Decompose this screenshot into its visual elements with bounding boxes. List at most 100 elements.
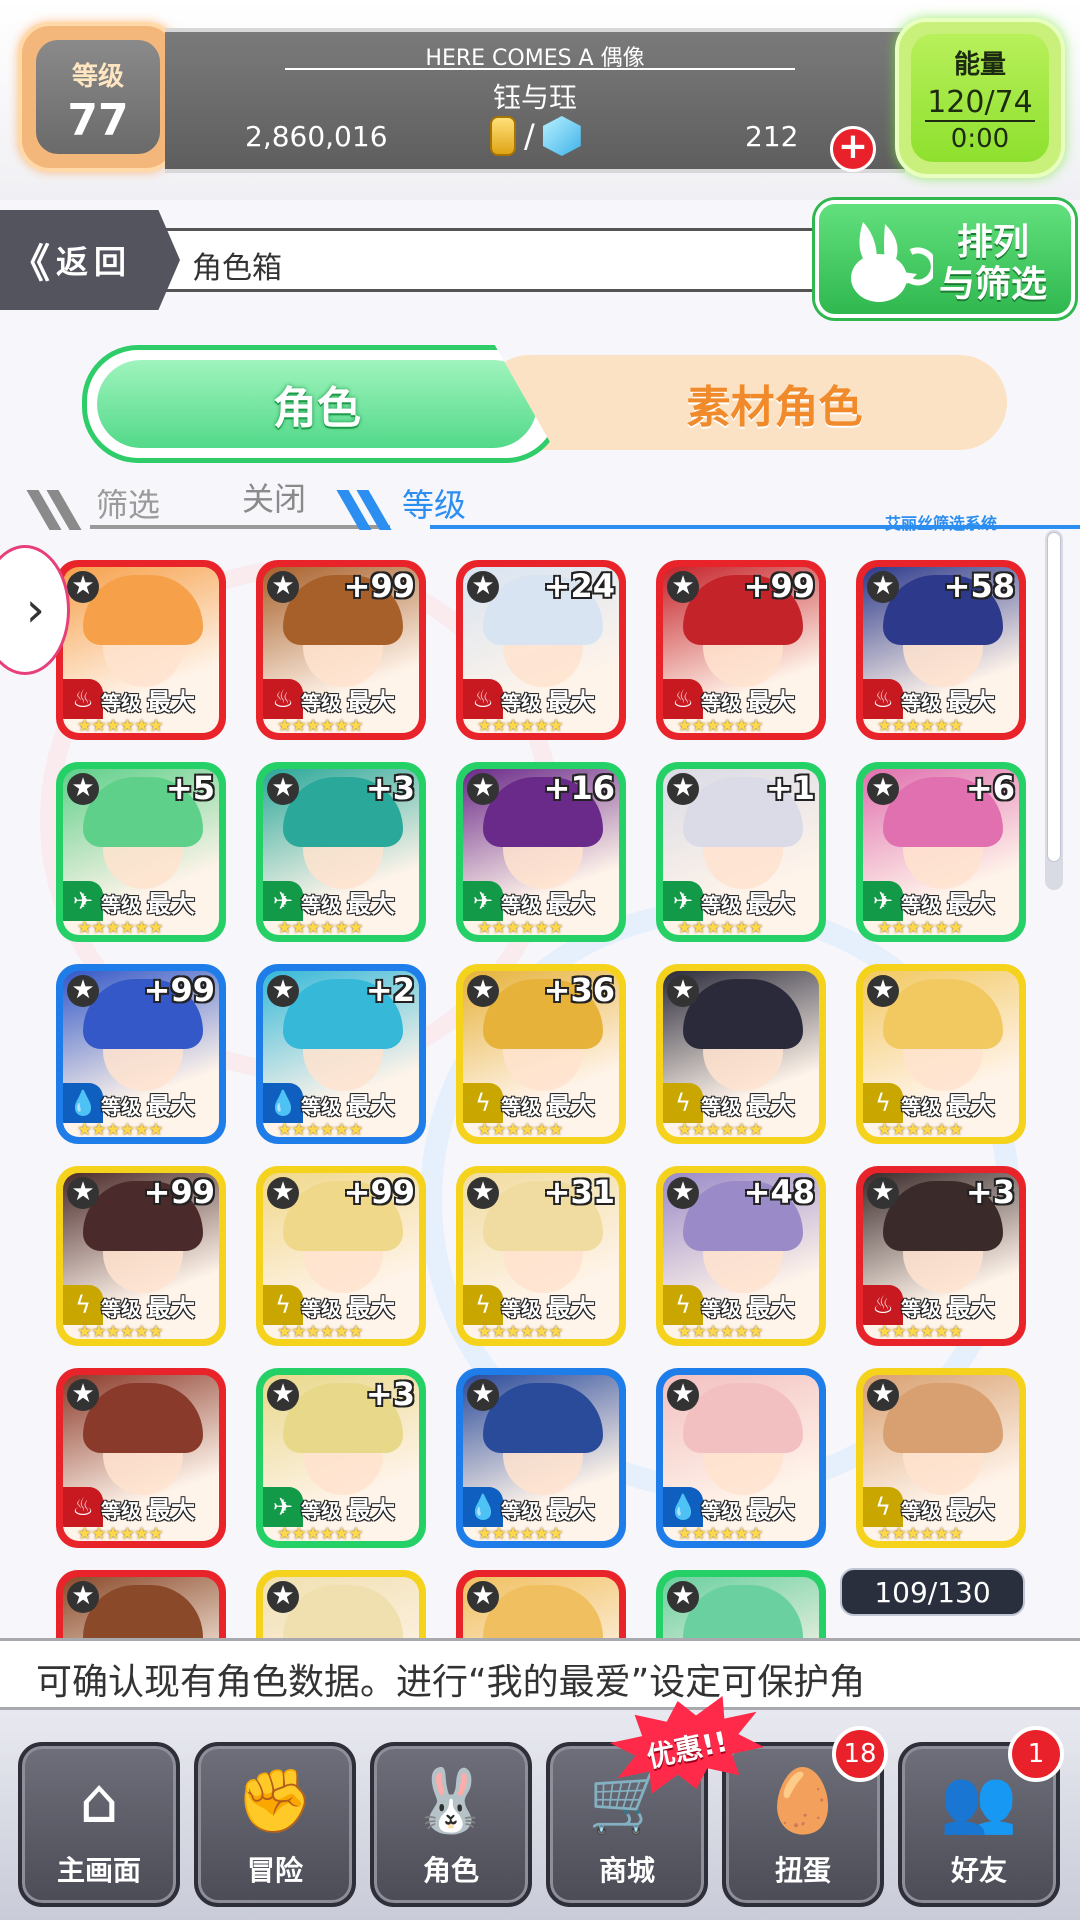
character-card[interactable]: ★ +99 ϟ 等级 最大 ★★★★★★ <box>56 1166 226 1346</box>
level-word: 等级 <box>301 1499 341 1523</box>
character-card[interactable]: ★♨等级最大★★★★★★ <box>56 1570 226 1638</box>
nav-home-button[interactable]: ⌂ 主画面 <box>18 1742 180 1907</box>
character-card[interactable]: ★♨等级最大★★★★★★ <box>456 1570 626 1638</box>
max-word: 最大 <box>747 890 795 918</box>
game-title: HERE COMES A 偶像 <box>425 46 645 71</box>
tab-bar: 素材角色 角色 <box>82 345 1007 463</box>
rarity-stars: ★★★★★★ <box>277 1524 363 1541</box>
favorite-star-icon: ★ <box>267 1379 299 1411</box>
nav-adventure-button[interactable]: ✊ 冒险 <box>194 1742 356 1907</box>
energy-box: 能量 120/74 0:00 <box>895 18 1065 178</box>
rarity-stars: ★★★★★★ <box>677 918 763 935</box>
wind-element-icon: ✈ <box>263 881 303 921</box>
character-card[interactable]: ★ +16 ✈ 等级 最大 ★★★★★★ <box>456 762 626 942</box>
nav-characters-button[interactable]: 🐰 角色 <box>370 1742 532 1907</box>
level-max-tag: 等级 最大 <box>901 1086 995 1121</box>
back-button[interactable]: 《 返回 <box>0 210 180 310</box>
character-card[interactable]: ★ +48 ϟ 等级 最大 ★★★★★★ <box>656 1166 826 1346</box>
fire-element-icon: ♨ <box>663 679 703 719</box>
player-info-panel: HERE COMES A 偶像 钰与珏 2,860,016 / 212 + <box>165 28 905 173</box>
character-card[interactable]: ★ +99 ♨ 等级 最大 ★★★★★★ <box>256 560 426 740</box>
max-word: 最大 <box>347 1496 395 1524</box>
max-word: 最大 <box>147 890 195 918</box>
favorite-star-icon: ★ <box>867 975 899 1007</box>
character-card[interactable]: ★ +99 ♨ 等级 最大 ★★★★★★ <box>656 560 826 740</box>
level-max-tag: 等级 最大 <box>901 682 995 717</box>
character-card[interactable]: ★ +3 ♨ 等级 最大 ★★★★★★ <box>856 1166 1026 1346</box>
max-word: 最大 <box>347 1294 395 1322</box>
level-max-tag: 等级 最大 <box>501 1490 595 1525</box>
level-max-tag: 等级 最大 <box>301 1490 395 1525</box>
thunder-element-icon: ϟ <box>463 1083 503 1123</box>
character-card[interactable]: ★ϟ等级最大★★★★★★ <box>856 964 1026 1144</box>
favorite-star-icon: ★ <box>667 773 699 805</box>
character-card[interactable]: ★ +99 💧 等级 最大 ★★★★★★ <box>56 964 226 1144</box>
max-word: 最大 <box>147 688 195 716</box>
sale-tag: 优惠!! <box>612 1700 762 1790</box>
level-max-tag: 等级 最大 <box>901 1288 995 1323</box>
nav-label: 商城 <box>598 1854 655 1887</box>
plus-value: +99 <box>143 971 215 1009</box>
character-card[interactable]: ★ +3 ✈ 等级 最大 ★★★★★★ <box>256 1368 426 1548</box>
rarity-stars: ★★★★★★ <box>277 1322 363 1339</box>
level-word: 等级 <box>701 1095 741 1119</box>
character-card[interactable]: ★✈等级最大★★★★★★ <box>656 1570 826 1638</box>
character-card[interactable]: ★♨等级最大★★★★★★ <box>56 1368 226 1548</box>
character-card[interactable]: ★ +5 ✈ 等级 最大 ★★★★★★ <box>56 762 226 942</box>
energy-timer: 0:00 <box>950 124 1010 154</box>
player-level-value: 77 <box>67 95 129 146</box>
character-card[interactable]: ★ϟ等级最大★★★★★★ <box>856 1368 1026 1548</box>
character-card[interactable]: ★ϟ等级最大★★★★★★ <box>256 1570 426 1638</box>
max-word: 最大 <box>347 688 395 716</box>
filter-tab-close[interactable]: 关闭 <box>242 474 306 520</box>
character-card[interactable]: ★ +58 ♨ 等级 最大 ★★★★★★ <box>856 560 1026 740</box>
character-card[interactable]: ★ +31 ϟ 等级 最大 ★★★★★★ <box>456 1166 626 1346</box>
level-word: 等级 <box>101 691 141 715</box>
tab-characters[interactable]: 角色 <box>82 345 562 463</box>
nav-friends-button[interactable]: 👥 好友 1 <box>898 1726 1064 1907</box>
favorite-star-icon: ★ <box>67 773 99 805</box>
favorite-star-icon: ★ <box>267 1177 299 1209</box>
character-card[interactable]: ★♨等级最大★★★★★★ <box>56 560 226 740</box>
character-card[interactable]: ★ 💧 等级 最大 ★★★★★★ <box>656 1368 826 1548</box>
favorite-star-icon: ★ <box>67 1177 99 1209</box>
player-level-label: 等级 <box>71 62 124 92</box>
filter-tab-level[interactable]: 等级 <box>402 480 466 526</box>
plus-value: +3 <box>365 769 415 807</box>
plus-value: +58 <box>943 567 1015 605</box>
currency-icons: / <box>490 116 581 156</box>
character-card[interactable]: ★ +6 ✈ 等级 最大 ★★★★★★ <box>856 762 1026 942</box>
favorite-star-icon: ★ <box>67 1581 99 1613</box>
level-max-tag: 等级 最大 <box>701 1288 795 1323</box>
rarity-stars: ★★★★★★ <box>277 1120 363 1137</box>
character-card[interactable]: ★ +3 ✈ 等级 最大 ★★★★★★ <box>256 762 426 942</box>
level-max-tag: 等级 最大 <box>901 884 995 919</box>
max-word: 最大 <box>547 688 595 716</box>
home-icon: ⌂ <box>79 1764 119 1837</box>
level-word: 等级 <box>901 691 941 715</box>
fire-element-icon: ♨ <box>63 679 103 719</box>
plus-value: +36 <box>543 971 615 1009</box>
character-card[interactable]: ★ +1 ✈ 等级 最大 ★★★★★★ <box>656 762 826 942</box>
plus-value: +24 <box>543 567 615 605</box>
sort-filter-button[interactable]: 排列 与筛选 <box>815 200 1075 318</box>
fire-element-icon: ♨ <box>63 1487 103 1527</box>
add-gems-button[interactable]: + <box>830 126 876 172</box>
character-card[interactable]: ★ +2 💧 等级 最大 ★★★★★★ <box>256 964 426 1144</box>
level-max-tag: 等级 最大 <box>301 1086 395 1121</box>
character-card[interactable]: ★ϟ等级最大★★★★★★ <box>656 964 826 1144</box>
character-card[interactable]: ★ 💧 等级 最大 ★★★★★★ <box>456 1368 626 1548</box>
max-word: 最大 <box>947 890 995 918</box>
plus-value: +1 <box>765 769 815 807</box>
filter-tab-filter[interactable]: 筛选 <box>96 480 160 526</box>
character-card[interactable]: ★ +24 ♨ 等级 最大 ★★★★★★ <box>456 560 626 740</box>
rarity-stars: ★★★★★★ <box>77 716 163 733</box>
character-card[interactable]: ★ +36 ϟ 等级 最大 ★★★★★★ <box>456 964 626 1144</box>
player-level-box: 等级 77 <box>18 22 178 172</box>
rarity-stars: ★★★★★★ <box>677 1322 763 1339</box>
tab-characters-label: 角色 <box>273 383 361 434</box>
tab-material-characters[interactable]: 素材角色 <box>482 355 1007 450</box>
rarity-stars: ★★★★★★ <box>677 1524 763 1541</box>
max-word: 最大 <box>947 1496 995 1524</box>
character-card[interactable]: ★ +99 ϟ 等级 最大 ★★★★★★ <box>256 1166 426 1346</box>
